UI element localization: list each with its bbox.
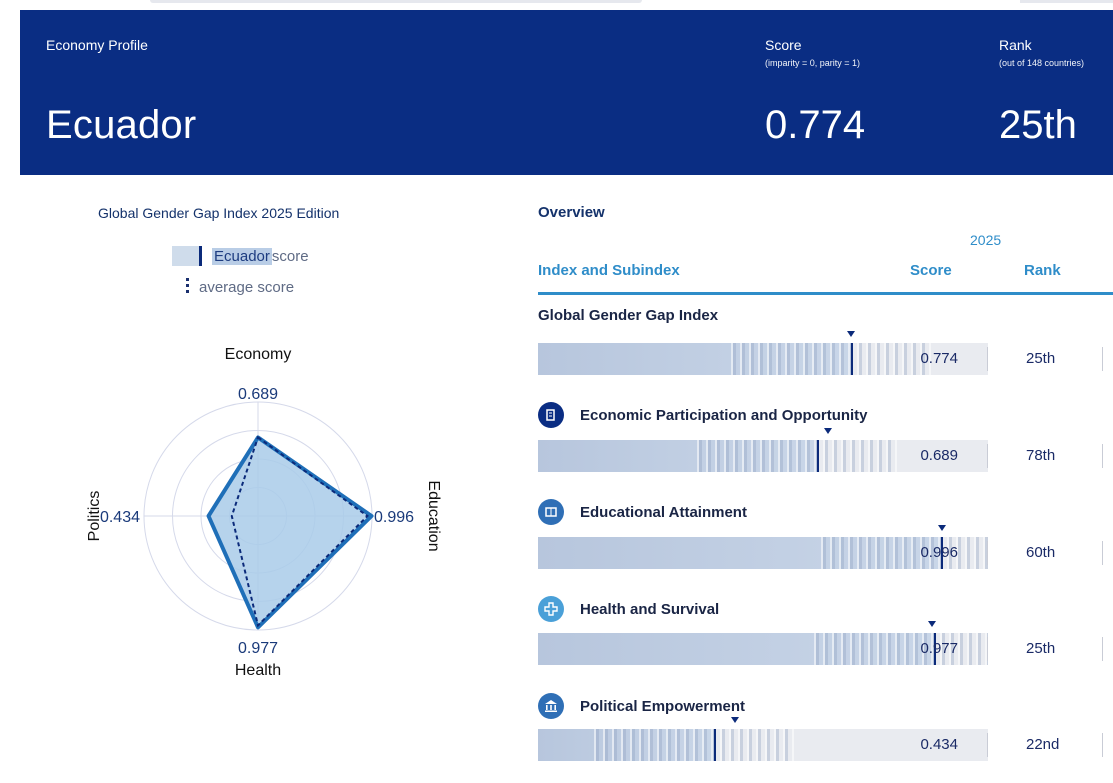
bar-end-tick	[987, 541, 988, 565]
overview-title: Overview	[538, 204, 605, 221]
health-cross-icon	[538, 596, 564, 622]
row-title-label: Educational Attainment	[580, 503, 747, 521]
score-label: Score	[765, 37, 802, 53]
score-sublabel: (imparity = 0, parity = 1)	[765, 58, 861, 68]
score-value: 0.434	[920, 736, 958, 753]
bar-end-tick	[987, 444, 988, 468]
average-arrow-icon	[938, 525, 946, 531]
page-top-strip	[0, 0, 1113, 10]
score-bar: 0.689	[538, 440, 988, 472]
legend-average-label: average score	[199, 278, 295, 296]
radar-value-economy: 0.689	[238, 386, 278, 403]
chart-title: Global Gender Gap Index 2025 Edition	[98, 205, 340, 221]
column-divider	[1102, 733, 1103, 757]
score-bar: 0.434	[538, 729, 988, 761]
radar-label-politics: Politics	[86, 491, 103, 542]
economy-icon	[538, 402, 564, 428]
row-title-label: Economic Participation and Opportunity	[580, 406, 868, 424]
radar-value-health: 0.977	[238, 640, 278, 657]
column-divider	[1102, 347, 1103, 371]
country-name: Ecuador	[46, 103, 197, 147]
average-arrow-icon	[731, 717, 739, 723]
row-title-label: Global Gender Gap Index	[538, 307, 719, 324]
score-marker	[817, 440, 819, 472]
score-value: 0.774	[765, 103, 866, 147]
government-building-icon	[538, 693, 564, 719]
average-arrow-icon	[824, 428, 832, 434]
score-bar: 0.774	[538, 343, 988, 375]
book-icon	[538, 499, 564, 525]
row-title-2: Educational Attainment	[538, 499, 747, 525]
row-title-label: Health and Survival	[580, 600, 720, 618]
score-value: 0.977	[920, 640, 958, 657]
radar-chart: Economy 0.689 0.977 Health 0.996 Education 0.4…	[86, 346, 442, 679]
score-value: 0.774	[920, 350, 958, 367]
rank-cell: 22nd	[1026, 736, 1060, 753]
bar-end-tick	[987, 637, 988, 661]
radar-label-economy: Economy	[225, 346, 292, 363]
distribution-strip	[697, 440, 897, 472]
column-divider	[1102, 541, 1103, 565]
radar-country-area	[206, 435, 374, 630]
score-value: 0.996	[920, 544, 958, 561]
rank-label: Rank	[999, 37, 1032, 53]
legend-score: Ecuador score	[172, 246, 309, 266]
dotted-line-icon	[186, 278, 189, 296]
rank-cell: 60th	[1026, 544, 1056, 561]
legend-swatch	[172, 246, 202, 266]
rank-sublabel: (out of 148 countries)	[999, 58, 1085, 68]
score-bar: 0.996	[538, 537, 988, 569]
row-title-3: Health and Survival	[538, 596, 719, 622]
score-marker	[851, 343, 853, 375]
column-rank: Rank	[1024, 262, 1061, 279]
radar-value-education: 0.996	[374, 509, 414, 526]
column-divider	[1102, 637, 1103, 661]
header-rule	[538, 292, 1113, 295]
column-divider	[1102, 444, 1103, 468]
row-title-1: Economic Participation and Opportunity	[538, 402, 868, 428]
distribution-strip	[814, 633, 988, 665]
radar-label-health: Health	[235, 662, 281, 679]
row-title-0: Global Gender Gap Index	[538, 307, 718, 324]
average-arrow-icon	[847, 331, 855, 337]
legend-country: Ecuador	[212, 247, 272, 265]
score-bar: 0.977	[538, 633, 988, 665]
row-title-label: Political Empowerment	[580, 697, 746, 715]
column-score: Score	[910, 262, 952, 279]
score-marker	[714, 729, 716, 761]
rank-cell: 25th	[1026, 640, 1056, 657]
row-title-4: Political Empowerment	[538, 693, 745, 719]
distribution-strip	[821, 537, 988, 569]
profile-header: Economy Profile Ecuador Score (imparity …	[20, 10, 1113, 175]
radar-value-politics: 0.434	[100, 509, 140, 526]
legend-average: average score	[186, 278, 294, 296]
legend-score-suffix: score	[271, 247, 309, 265]
profile-label: Economy Profile	[46, 37, 148, 53]
radar-label-education: Education	[425, 480, 442, 551]
distribution-strip	[594, 729, 794, 761]
scroll-remnant	[1020, 0, 1113, 3]
rank-cell: 78th	[1026, 447, 1056, 464]
column-index: Index and Subindex	[538, 262, 680, 279]
distribution-strip	[731, 343, 931, 375]
bar-end-tick	[987, 347, 988, 371]
year-label: 2025	[970, 232, 1002, 248]
rank-value: 25th	[999, 103, 1077, 147]
bar-end-tick	[987, 733, 988, 757]
rank-cell: 25th	[1026, 350, 1056, 367]
average-arrow-icon	[928, 621, 936, 627]
score-value: 0.689	[920, 447, 958, 464]
scroll-remnant	[150, 0, 642, 3]
